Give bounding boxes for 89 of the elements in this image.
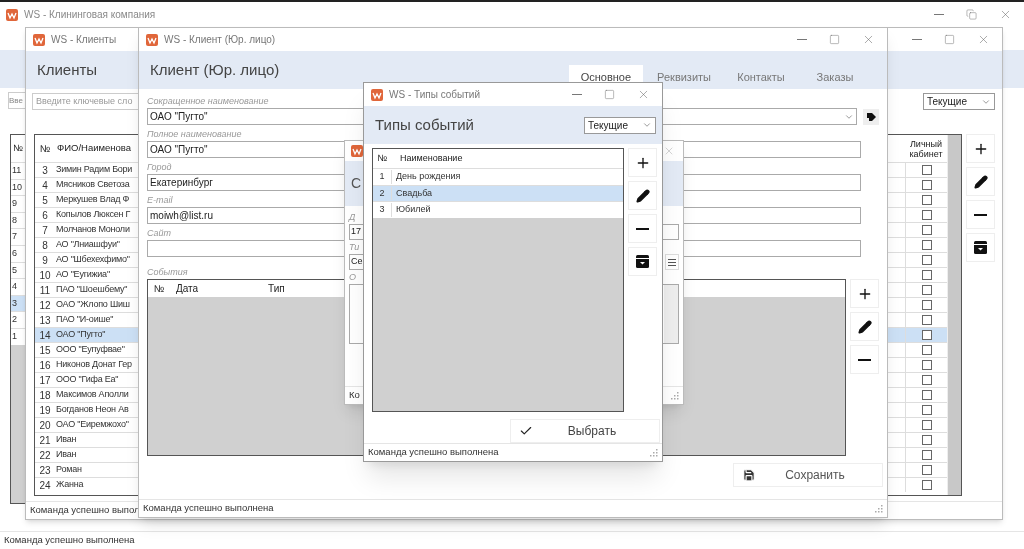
field-label: Ти xyxy=(349,241,360,254)
window-title: WS - Клиенты xyxy=(51,33,117,47)
table-cell-text: Зимин Радим Бори xyxy=(55,163,134,177)
window-heading: Клиенты xyxy=(37,59,98,80)
field-label: События xyxy=(147,266,188,279)
table-cell-text: Никонов Донат Гер xyxy=(55,358,133,372)
field-label: Д xyxy=(349,211,356,224)
table-cell-text: 13 xyxy=(38,313,52,328)
window-heading: Клиент (Юр. лицо) xyxy=(150,59,281,80)
table-cell-text: 3 xyxy=(378,203,386,216)
table-cell-text: 7 xyxy=(41,223,49,238)
table-cell-text: ОАО "Еиремжохо" xyxy=(55,418,130,432)
table-cell: Юбилей xyxy=(391,203,431,217)
column-header: Тип xyxy=(267,282,286,296)
row-number: 6 xyxy=(12,247,17,260)
field-label: Полное наименование xyxy=(147,128,242,141)
column-header: Личный кабинет xyxy=(908,138,944,159)
table-cell-text: 18 xyxy=(38,388,52,403)
table-cell-text: ПАО "Шоешбему" xyxy=(55,283,129,297)
window-title: WS - Клиент (Юр. лицо) xyxy=(164,33,276,47)
table-cell-text: 15 xyxy=(38,343,52,358)
table-cell: День рождения xyxy=(391,170,461,184)
row-number: 2 xyxy=(12,313,17,327)
window-title: WS - Типы событий xyxy=(389,88,480,102)
row-number: 8 xyxy=(12,213,17,227)
table-cell-text: 10 xyxy=(38,268,52,283)
table-cell-text: АО "Лниашфуи" xyxy=(55,238,121,252)
field-label: Сайт xyxy=(147,227,172,240)
table-cell-text: 11 xyxy=(38,283,52,298)
table-cell-text: Молчанов Моноли xyxy=(55,223,131,237)
table-cell-text: АО "Еугижиа" xyxy=(55,268,111,282)
table-cell-text: 22 xyxy=(38,448,52,463)
window-heading: С xyxy=(351,174,362,193)
row-number: 3 xyxy=(12,296,17,310)
field-label: Город xyxy=(147,161,172,174)
table-cell-text: 21 xyxy=(38,433,52,448)
table-cell-text: 20 xyxy=(38,418,52,433)
table-cell-text: 3 xyxy=(41,163,49,178)
status-text: Команда успешно выполнена xyxy=(4,533,135,548)
column-header: № xyxy=(38,142,52,156)
table-cell-text: 12 xyxy=(38,298,52,313)
field-label: Сокращенное наименование xyxy=(147,95,269,108)
table-cell-text: 9 xyxy=(41,253,49,268)
table-cell-text: 14 xyxy=(38,328,52,343)
table-cell-text: 8 xyxy=(41,238,49,253)
column-header: Наименование xyxy=(399,151,463,165)
row-number: 5 xyxy=(12,263,17,277)
column-header: ФИО/Наименова xyxy=(56,141,133,156)
status-text: Команда успешно выполнена xyxy=(143,501,274,516)
table-cell-text: Иван xyxy=(55,448,78,462)
column-header: Дата xyxy=(175,282,200,296)
column-header: № xyxy=(13,141,23,155)
table-cell-text: ООО "Еупуфвае" xyxy=(55,343,126,357)
table-cell-text: Меркушев Влад Ф xyxy=(55,193,131,207)
table-cell-text: 16 xyxy=(38,358,52,373)
row-number: 7 xyxy=(12,230,17,244)
window-heading: Типы событий xyxy=(375,114,474,135)
column-header: № xyxy=(376,151,388,165)
table-cell-text: Максимов Аполли xyxy=(55,388,130,402)
table-cell-text: 2 xyxy=(378,186,386,200)
table-cell-text: 4 xyxy=(41,178,49,193)
table-cell-text: Мясников Светоза xyxy=(55,178,131,192)
table-cell-text: АО "Шбехехфимо" xyxy=(55,253,131,267)
status-text: Ко xyxy=(349,388,360,403)
row-number: 4 xyxy=(12,280,17,294)
row-number: 9 xyxy=(12,197,17,211)
table-cell-text: 24 xyxy=(38,478,52,493)
table-cell-text: 19 xyxy=(38,403,52,418)
field-label: О xyxy=(349,271,356,284)
window-title: WS - Клининговая компания xyxy=(24,8,156,22)
table-cell-text: Богданов Неон Ав xyxy=(55,403,130,417)
table-cell-text: Копылов Люксен Г xyxy=(55,208,132,222)
table-cell-text: 1 xyxy=(378,170,386,183)
table-cell-text: 17 xyxy=(38,373,52,388)
field-label: E-mail xyxy=(147,194,173,207)
table-cell-text: 5 xyxy=(41,193,49,208)
table-cell-text: ПАО "И-оише" xyxy=(55,313,115,327)
row-number: 1 xyxy=(12,330,17,343)
table-cell-text: Роман xyxy=(55,463,83,477)
table-cell-text: ОАО "Жлопо Шиш xyxy=(55,298,131,312)
table-cell-text: 23 xyxy=(38,463,52,478)
table-cell-text: ОАО "Пугто" xyxy=(55,328,107,342)
table-cell: Свадьба xyxy=(391,186,433,200)
table-cell-text: 6 xyxy=(41,208,49,223)
column-header: № xyxy=(152,282,166,296)
table-cell-text: Иван xyxy=(55,433,78,447)
table-cell-text: ООО "Гифа Еа" xyxy=(55,373,120,387)
table-cell-text: Жанна xyxy=(55,478,85,492)
status-text: Команда успешно выполнена xyxy=(368,445,499,460)
